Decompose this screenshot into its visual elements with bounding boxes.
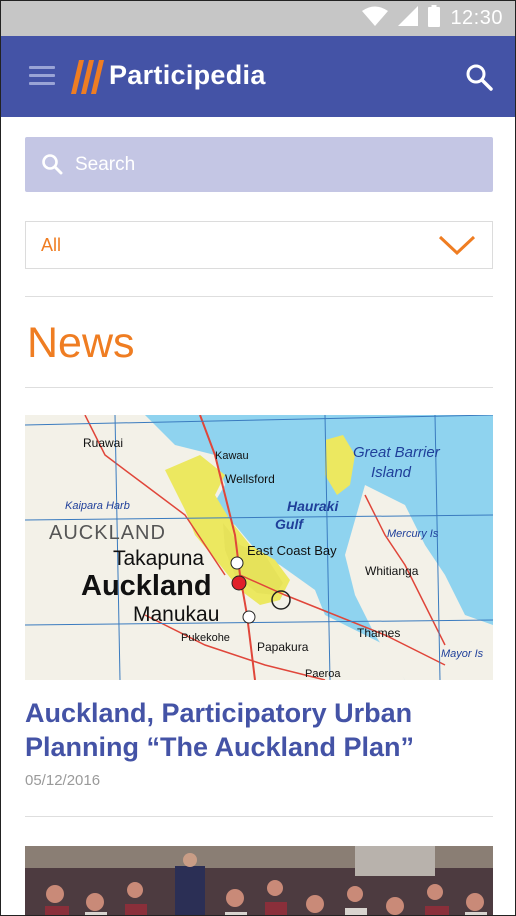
map-label: Pukekohe: [181, 632, 230, 644]
chevron-down-icon: [438, 234, 476, 261]
map-label: Mayor Is: [441, 648, 484, 660]
divider: [25, 816, 493, 817]
brand-title[interactable]: Participedia: [109, 60, 266, 91]
map-label: Hauraki: [287, 498, 339, 514]
search-input[interactable]: [75, 137, 475, 192]
article-image-auckland-map[interactable]: Great Barrier Island Hauraki Gulf AUCKLA…: [25, 415, 493, 680]
map-label: Kawau: [215, 450, 249, 462]
map-label: Whitianga: [365, 564, 419, 578]
map-label: Thames: [357, 626, 400, 640]
map-label: Paeroa: [305, 668, 341, 680]
search-icon: [41, 153, 63, 180]
map-label: AUCKLAND: [49, 522, 166, 544]
status-bar: 12:30: [1, 1, 515, 36]
search-bar[interactable]: [25, 137, 493, 192]
article-image-2[interactable]: [25, 846, 493, 915]
map-label: Mercury Is: [387, 528, 439, 540]
article-title-link[interactable]: Auckland, Participatory Urban Planning “…: [25, 696, 495, 764]
app-screen: 12:30 Participedia Search All News Great…: [0, 0, 516, 916]
app-bar: Participedia: [1, 36, 515, 117]
wifi-icon: [362, 6, 389, 31]
participedia-logo-icon: [71, 60, 105, 99]
map-label: Takapuna: [113, 547, 204, 570]
search-icon[interactable]: [465, 63, 493, 91]
hamburger-menu-icon[interactable]: [29, 66, 55, 86]
map-label: Manukau: [133, 603, 219, 626]
filter-select[interactable]: All: [25, 221, 493, 269]
map-label: Ruawai: [83, 436, 123, 450]
map-label: Kaipara Harb: [65, 500, 130, 512]
map-label: Great Barrier: [353, 444, 441, 461]
battery-icon: [428, 5, 441, 32]
status-time: 12:30: [450, 7, 503, 29]
map-label: Auckland: [81, 570, 212, 602]
map-label: East Coast Bay: [247, 543, 337, 558]
map-label: Wellsford: [225, 472, 275, 486]
map-label: Papakura: [257, 640, 309, 654]
divider: [25, 387, 493, 388]
section-title: News: [27, 319, 135, 367]
article-date: 05/12/2016: [25, 772, 101, 789]
map-label: Gulf: [275, 516, 304, 532]
divider: [25, 296, 493, 297]
map-label: Island: [371, 464, 412, 481]
signal-icon: [398, 6, 419, 31]
filter-selected-value: All: [41, 235, 62, 255]
